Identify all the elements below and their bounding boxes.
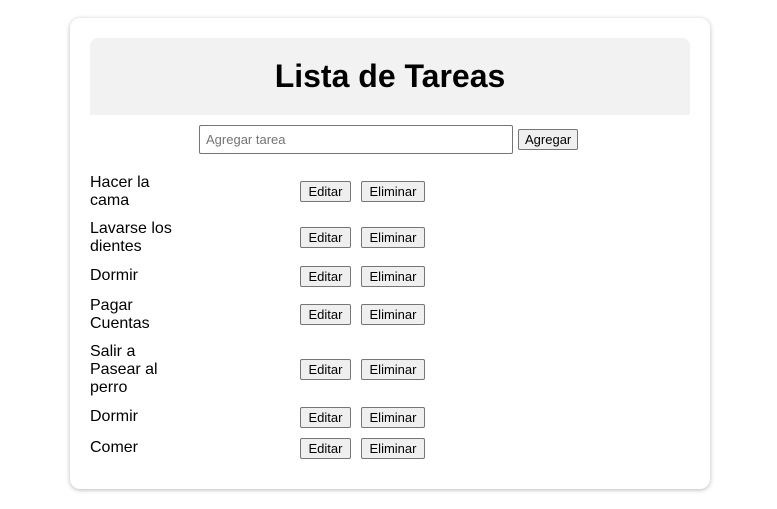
add-task-input[interactable] xyxy=(199,125,513,154)
header: Lista de Tareas xyxy=(90,38,690,115)
task-actions: Editar Eliminar xyxy=(300,227,425,248)
list-item: Hacer la cama Editar Eliminar xyxy=(90,172,690,211)
edit-button[interactable]: Editar xyxy=(300,359,351,380)
delete-button[interactable]: Eliminar xyxy=(361,437,425,459)
delete-button[interactable]: Eliminar xyxy=(361,304,425,325)
task-actions: Editar Eliminar xyxy=(300,359,425,380)
delete-button[interactable]: Eliminar xyxy=(361,181,425,202)
task-actions: Editar Eliminar xyxy=(300,304,425,325)
add-task-form: Agregar xyxy=(199,125,579,154)
delete-button[interactable]: Eliminar xyxy=(361,359,425,380)
task-actions: Editar Eliminar xyxy=(300,181,425,202)
edit-button[interactable]: Editar xyxy=(300,265,351,287)
list-item: Comer Editar Eliminar xyxy=(90,436,690,460)
list-item: Dormir Editar Eliminar xyxy=(90,405,690,429)
page-title: Lista de Tareas xyxy=(274,58,506,94)
task-text: Dormir xyxy=(90,267,138,284)
edit-button[interactable]: Editar xyxy=(300,304,351,325)
task-actions: Editar Eliminar xyxy=(300,437,425,459)
add-task-button[interactable]: Agregar xyxy=(518,129,579,150)
task-text: Pagar Cuentas xyxy=(90,296,150,332)
task-text: Comer xyxy=(90,439,139,456)
list-item: Salir a Pasear al perro Editar Eliminar xyxy=(90,341,690,398)
delete-button[interactable]: Eliminar xyxy=(361,406,425,428)
task-text: Hacer la cama xyxy=(90,173,150,209)
delete-button[interactable]: Eliminar xyxy=(361,265,425,287)
task-actions: Editar Eliminar xyxy=(300,406,425,428)
delete-button[interactable]: Eliminar xyxy=(361,227,425,248)
list-item: Pagar Cuentas Editar Eliminar xyxy=(90,295,690,334)
task-actions: Editar Eliminar xyxy=(300,265,425,287)
list-item: Lavarse los dientes Editar Eliminar xyxy=(90,218,690,257)
edit-button[interactable]: Editar xyxy=(300,227,351,248)
task-text: Salir a Pasear al perro xyxy=(90,342,158,396)
todo-card: Lista de Tareas Agregar Hacer la cama Ed… xyxy=(70,18,710,489)
edit-button[interactable]: Editar xyxy=(300,181,351,202)
task-text: Dormir xyxy=(90,408,138,425)
edit-button[interactable]: Editar xyxy=(300,437,351,459)
list-item: Dormir Editar Eliminar xyxy=(90,264,690,288)
task-text: Lavarse los dientes xyxy=(90,219,172,255)
edit-button[interactable]: Editar xyxy=(300,406,351,428)
task-list: Hacer la cama Editar Eliminar Lavarse lo… xyxy=(90,172,690,467)
